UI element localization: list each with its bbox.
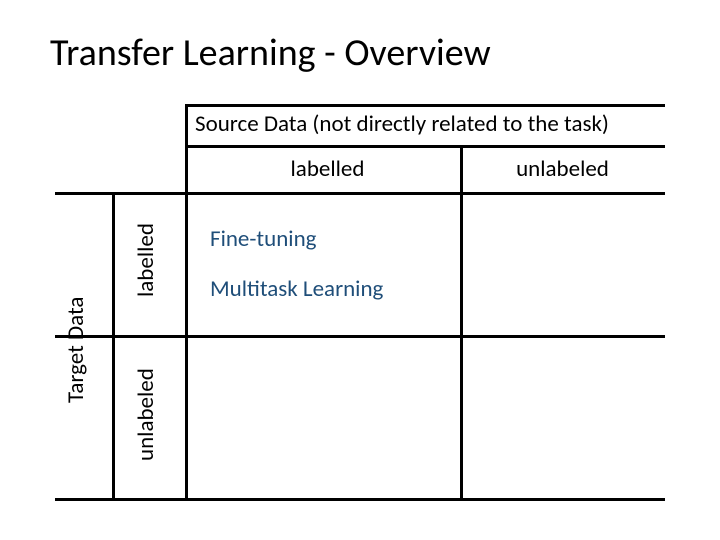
grid-line (55, 192, 665, 195)
row-header-labelled: labelled (132, 200, 160, 320)
grid-line (55, 498, 665, 501)
slide-title: Transfer Learning - Overview (50, 30, 491, 76)
grid-line (55, 335, 665, 338)
source-data-header: Source Data (not directly related to the… (195, 110, 609, 138)
grid-line (185, 145, 665, 148)
row-header-unlabeled: unlabeled (132, 345, 160, 485)
grid-line (185, 104, 188, 500)
cell-multitask-learning: Multitask Learning (210, 275, 383, 303)
row-group-header-target-data: Target Data (62, 250, 90, 450)
column-header-labelled: labelled (195, 155, 460, 183)
grid-line (460, 145, 463, 500)
grid-line (185, 104, 665, 107)
slide: Transfer Learning - Overview Source Data… (0, 0, 720, 540)
grid-line (112, 192, 115, 500)
column-header-unlabeled: unlabeled (470, 155, 655, 183)
cell-fine-tuning: Fine-tuning (210, 225, 316, 253)
